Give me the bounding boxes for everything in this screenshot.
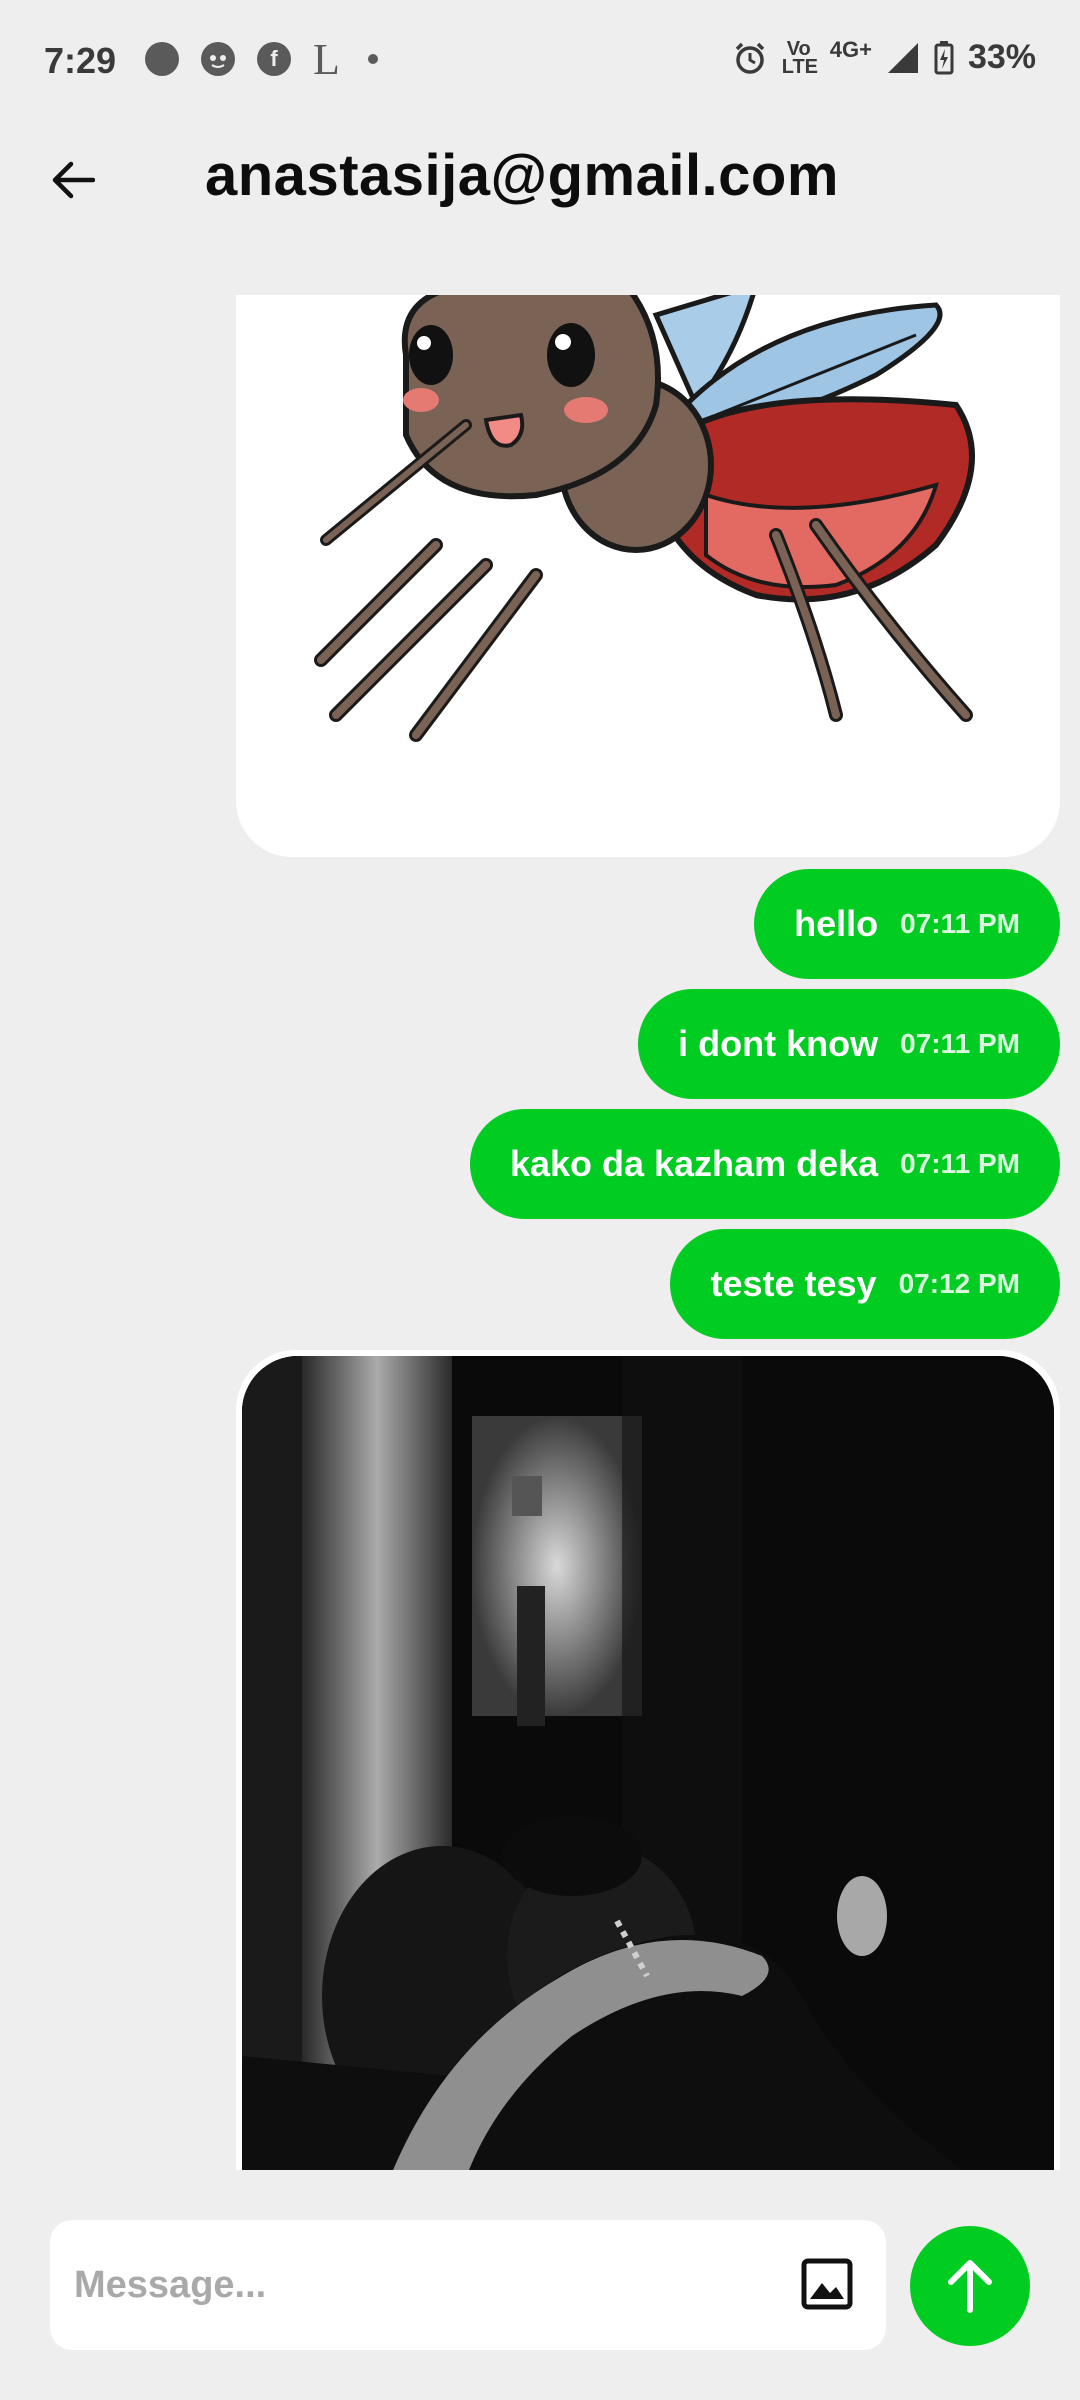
back-button[interactable]: [40, 148, 104, 212]
send-button[interactable]: [910, 2226, 1030, 2346]
signal-app-icon: [145, 42, 179, 76]
contact-email: anastasija@gmail.com: [205, 143, 839, 208]
message-text: teste tesy: [710, 1263, 877, 1304]
message-bubble[interactable]: kako da kazham deka 07:11 PM: [469, 1109, 1060, 1219]
arrow-up-icon: [948, 2260, 992, 2313]
volte-indicator: Vo LTE: [781, 37, 819, 78]
image-icon: [801, 2258, 853, 2310]
message-composer: [0, 2200, 1080, 2400]
arrow-left-icon: [52, 161, 95, 199]
battery-percent: 33%: [967, 38, 1036, 76]
dot-icon: [367, 54, 378, 64]
notification-icons: f L: [145, 34, 378, 84]
message-input[interactable]: [50, 2220, 886, 2350]
attach-image-button[interactable]: [800, 2257, 854, 2311]
battery-charging-icon: [934, 40, 954, 74]
message-time: 07:11 PM: [900, 1028, 1020, 1059]
facebook-icon: f: [257, 42, 291, 76]
cat-app-icon: [201, 42, 235, 76]
image-message-photo[interactable]: [236, 1350, 1060, 2170]
message-list[interactable]: hello 07:11 PM i dont know 07:11 PM kako…: [0, 295, 1080, 2170]
message-text: i dont know: [678, 1023, 879, 1064]
image-message-mosquito[interactable]: [236, 295, 1060, 857]
network-type: 4G+: [829, 36, 872, 62]
message-bubble[interactable]: hello 07:11 PM: [754, 869, 1060, 979]
chat-header: anastasija@gmail.com: [0, 126, 1080, 286]
message-text: kako da kazham deka: [509, 1143, 879, 1184]
signal-strength-icon: [887, 42, 918, 73]
message-bubble[interactable]: teste tesy 07:12 PM: [670, 1229, 1060, 1339]
couple-photo: [242, 1356, 1054, 2170]
message-text: hello: [794, 903, 879, 944]
message-time: 07:11 PM: [900, 1148, 1020, 1179]
message-time: 07:11 PM: [900, 908, 1020, 939]
status-time: 7:29: [44, 40, 117, 81]
alarm-icon: [735, 42, 764, 74]
l-app-icon: L: [313, 34, 340, 84]
status-bar: 7:29 f L Vo LTE 4G+ 33%: [0, 0, 1080, 126]
mosquito-sticker: [314, 295, 975, 742]
message-bubble[interactable]: i dont know 07:11 PM: [638, 989, 1060, 1099]
message-time: 07:12 PM: [898, 1268, 1020, 1299]
system-icons: Vo LTE 4G+ 33%: [732, 36, 1036, 78]
